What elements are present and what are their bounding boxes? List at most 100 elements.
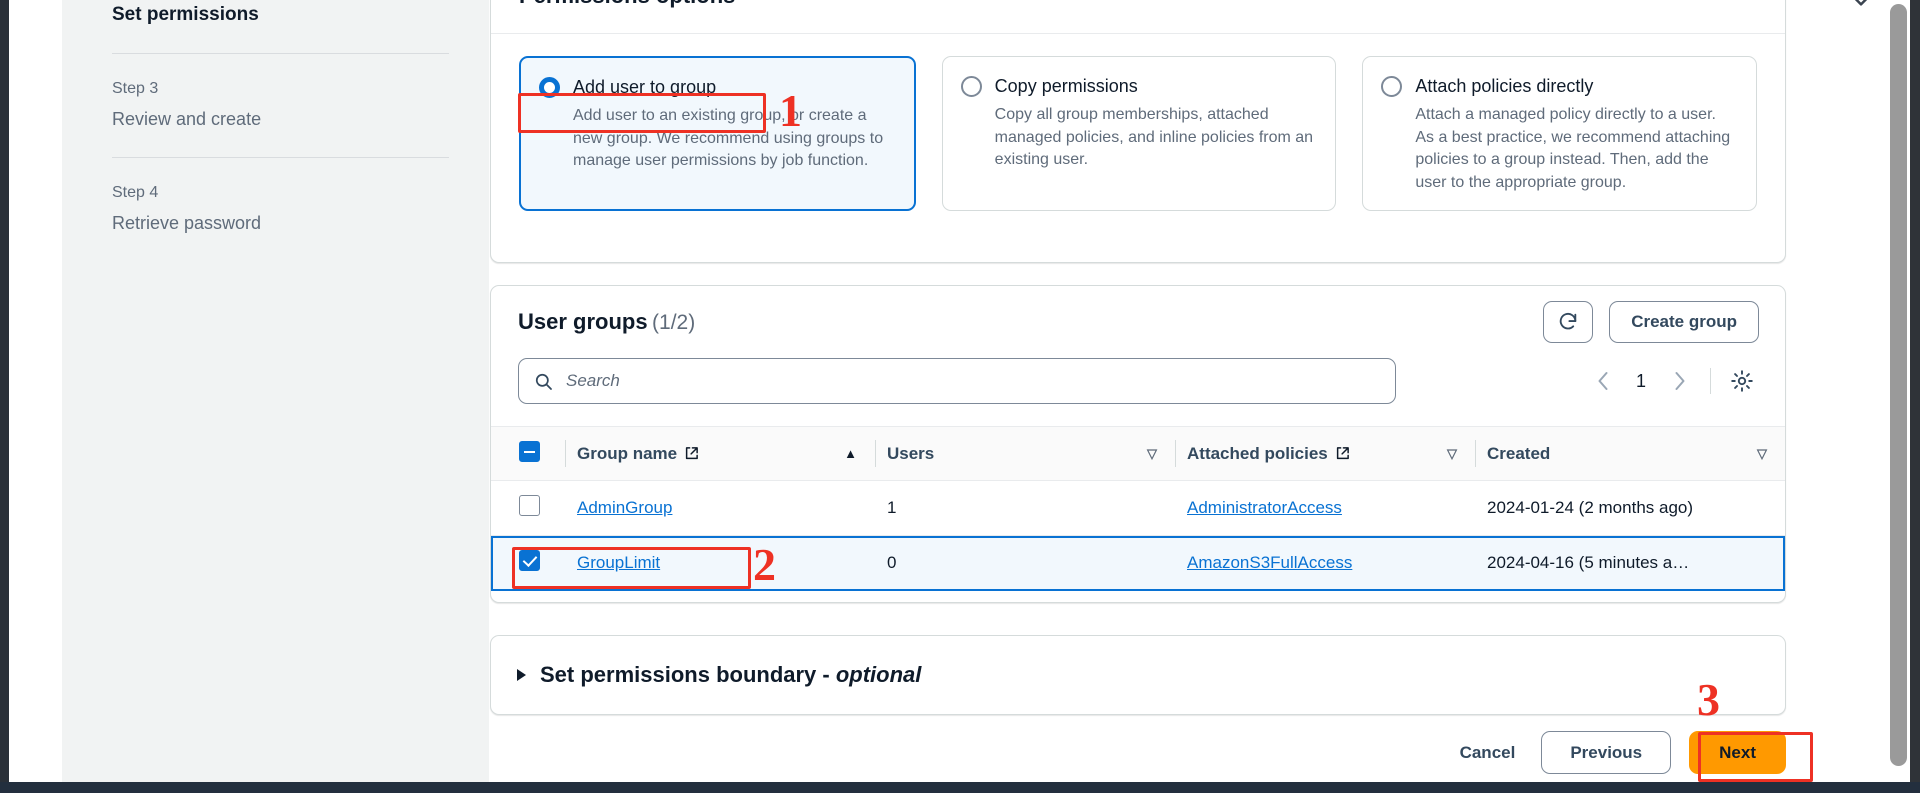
permissions-options-heading: Permissions options <box>519 0 735 9</box>
step-4-number: Step 4 <box>112 184 159 201</box>
column-divider <box>565 440 566 467</box>
chevron-down-icon[interactable] <box>1848 0 1874 11</box>
sort-icon-created[interactable]: ▽ <box>1757 446 1767 462</box>
search-input-wrapper[interactable]: Search <box>518 358 1396 404</box>
option-copy-permissions-title: Copy permissions <box>994 76 1138 96</box>
step-4-label: Retrieve password <box>112 213 262 233</box>
column-divider <box>875 440 876 467</box>
sidebar-item-step-3[interactable]: Step 3 Review and create <box>112 54 449 134</box>
row-created-cell: 2024-04-16 (5 minutes a… <box>1475 535 1785 591</box>
row-policies-cell: AmazonS3FullAccess <box>1175 535 1475 591</box>
user-groups-count: (1/2) <box>652 311 696 334</box>
pagination: 1 <box>1586 364 1759 398</box>
create-group-button[interactable]: Create group <box>1609 301 1759 343</box>
user-groups-title: User groups <box>518 309 648 334</box>
user-groups-header: User groups (1/2) Create group <box>491 286 1785 358</box>
permissions-boundary-title: Set permissions boundary - optional <box>540 662 921 688</box>
radio-add-user-to-group[interactable] <box>539 77 560 98</box>
table-row[interactable]: AdminGroup 1 AdministratorAccess 2024-01… <box>491 480 1785 536</box>
expand-triangle-icon <box>517 669 526 681</box>
row-group-name-cell: AdminGroup <box>565 480 875 536</box>
step-3-number: Step 3 <box>112 80 159 97</box>
user-groups-panel: User groups (1/2) Create group Search 1 … <box>490 285 1786 603</box>
screen-root: Set permissions Step 3 Review and create… <box>0 0 1920 793</box>
select-all-header <box>491 426 565 481</box>
window-bottom-edge <box>0 782 1920 793</box>
external-link-icon <box>686 447 698 460</box>
user-groups-actions: Create group <box>1543 301 1759 343</box>
wizard-steps-sidebar: Set permissions Step 3 Review and create… <box>62 0 489 782</box>
column-attached-policies-label: Attached policies <box>1187 443 1328 463</box>
pagination-page-number[interactable]: 1 <box>1624 371 1658 392</box>
column-group-name-label: Group name <box>577 443 678 463</box>
user-groups-table: Group name ▲ Users ▽ Attached policies ▽… <box>491 426 1785 591</box>
row-users-cell: 0 <box>875 535 1175 591</box>
sort-icon-users[interactable]: ▽ <box>1147 446 1157 462</box>
permissions-boundary-panel[interactable]: Set permissions boundary - optional <box>490 635 1786 715</box>
permissions-boundary-label: Set permissions boundary - <box>540 662 836 687</box>
main-content: Permissions options Add user to group Ad… <box>489 0 1844 782</box>
option-attach-policies-directly-title: Attach policies directly <box>1415 76 1594 96</box>
radio-copy-permissions[interactable] <box>960 76 982 97</box>
external-link-icon <box>1336 447 1349 460</box>
option-copy-permissions-description: Copy all group memberships, attached man… <box>994 106 1314 168</box>
gear-icon <box>1731 370 1753 392</box>
window-right-edge <box>1910 0 1920 782</box>
column-attached-policies[interactable]: Attached policies ▽ <box>1175 426 1475 481</box>
row-checkbox[interactable] <box>519 495 540 516</box>
chevron-left-icon <box>1598 372 1607 390</box>
row-checkbox[interactable] <box>519 550 540 571</box>
vertical-scrollbar-thumb[interactable] <box>1890 4 1907 766</box>
column-created[interactable]: Created ▽ <box>1475 426 1785 481</box>
wizard-footer: Cancel Previous Next <box>489 723 1844 782</box>
column-users[interactable]: Users ▽ <box>875 426 1175 481</box>
page-left-gutter <box>9 0 62 782</box>
search-icon <box>535 373 552 390</box>
attached-policy-link[interactable]: AmazonS3FullAccess <box>1187 553 1352 572</box>
sidebar-item-step-4[interactable]: Step 4 Retrieve password <box>112 158 449 238</box>
row-checkbox-cell <box>491 535 565 591</box>
group-name-link[interactable]: GroupLimit <box>577 553 660 572</box>
user-groups-title-wrap: User groups (1/2) <box>518 309 695 335</box>
table-row[interactable]: GroupLimit 0 AmazonS3FullAccess 2024-04-… <box>491 535 1785 591</box>
group-name-link[interactable]: AdminGroup <box>577 498 672 517</box>
option-add-user-to-group[interactable]: Add user to group Add user to an existin… <box>519 56 916 211</box>
row-checkbox-cell <box>491 480 565 536</box>
previous-button[interactable]: Previous <box>1541 731 1672 774</box>
pagination-prev-button[interactable] <box>1586 364 1620 398</box>
column-users-label: Users <box>887 443 935 463</box>
refresh-icon <box>1559 312 1577 330</box>
column-group-name[interactable]: Group name ▲ <box>565 426 875 481</box>
option-copy-permissions[interactable]: Copy permissions Copy all group membersh… <box>941 56 1337 211</box>
sidebar-current-step-title: Set permissions <box>112 4 259 25</box>
permissions-options-cards: Add user to group Add user to an existin… <box>491 34 1785 211</box>
column-created-label: Created <box>1487 443 1551 463</box>
sort-icon-policies[interactable]: ▽ <box>1447 446 1457 462</box>
row-group-name-cell: GroupLimit <box>565 535 875 591</box>
column-divider <box>1175 440 1176 467</box>
chevron-right-icon <box>1675 372 1684 390</box>
permissions-options-panel: Permissions options Add user to group Ad… <box>490 0 1786 263</box>
step-3-label: Review and create <box>112 109 262 129</box>
cancel-button[interactable]: Cancel <box>1434 732 1542 774</box>
refresh-button[interactable] <box>1543 301 1594 343</box>
row-users-cell: 1 <box>875 480 1175 536</box>
permissions-boundary-optional: optional <box>835 662 922 687</box>
search-input[interactable]: Search <box>566 371 620 391</box>
next-button[interactable]: Next <box>1689 731 1786 774</box>
table-header-row: Group name ▲ Users ▽ Attached policies ▽… <box>491 426 1785 481</box>
attached-policy-link[interactable]: AdministratorAccess <box>1187 498 1342 517</box>
pagination-next-button[interactable] <box>1662 364 1696 398</box>
user-groups-search-row: Search 1 <box>491 358 1785 404</box>
row-created-cell: 2024-01-24 (2 months ago) <box>1475 480 1785 536</box>
table-settings-button[interactable] <box>1725 364 1759 398</box>
permissions-options-header: Permissions options <box>491 0 1785 34</box>
option-attach-policies-directly[interactable]: Attach policies directly Attach a manage… <box>1362 56 1758 211</box>
window-left-edge <box>0 0 9 793</box>
select-all-checkbox[interactable] <box>519 440 540 462</box>
pagination-separator <box>1710 368 1711 394</box>
option-add-user-to-group-description: Add user to an existing group, or create… <box>573 107 884 169</box>
sort-ascending-icon[interactable]: ▲ <box>844 446 857 461</box>
column-divider <box>1475 440 1476 467</box>
radio-attach-policies-directly[interactable] <box>1381 76 1403 97</box>
